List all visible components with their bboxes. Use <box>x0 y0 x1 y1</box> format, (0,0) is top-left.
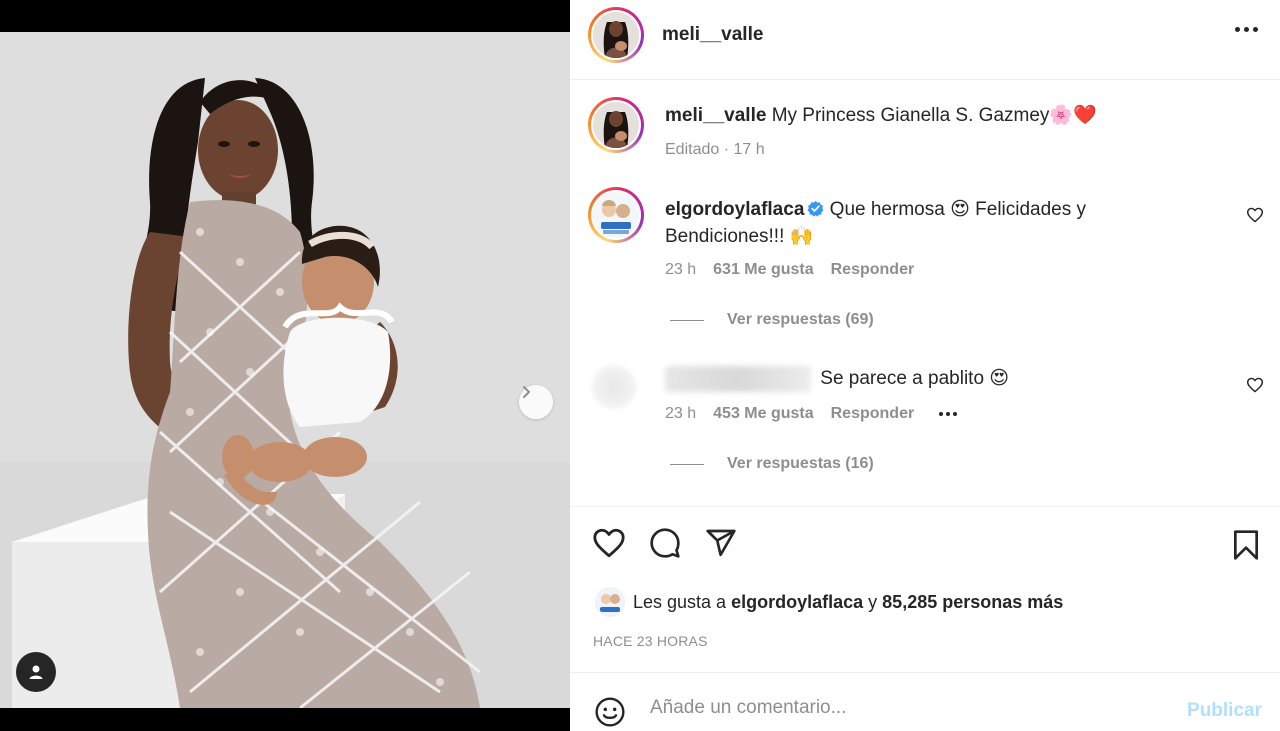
like-comment-button[interactable] <box>1246 377 1264 398</box>
ellipsis-icon <box>1235 27 1240 32</box>
heart-outline-icon <box>1247 377 1263 393</box>
comment-options-button[interactable] <box>939 405 958 423</box>
comment-username[interactable]: elgordoylaflaca <box>665 199 804 220</box>
comment-bubble-icon <box>650 528 680 558</box>
paper-plane-icon <box>706 529 736 557</box>
caption-meta: Editado · 17 h <box>665 141 765 158</box>
liker-avatar[interactable] <box>595 587 625 617</box>
caption-username[interactable]: meli__valle <box>665 105 766 126</box>
post-timestamp[interactable]: HACE 23 HORAS <box>593 633 708 649</box>
likes-joiner: y <box>868 591 878 612</box>
author-avatar[interactable] <box>588 7 644 63</box>
post-photo[interactable] <box>0 32 570 708</box>
comment-text-block: Se parece a pablito 😍 <box>665 365 1135 392</box>
post-header: meli__valle <box>570 0 1280 80</box>
liker-avatar-image <box>595 587 625 617</box>
comment-likes[interactable]: 631 Me gusta <box>713 261 813 279</box>
replies-divider <box>670 463 704 465</box>
reply-button[interactable]: Responder <box>831 405 915 423</box>
replies-divider <box>670 319 704 321</box>
likes-user[interactable]: elgordoylaflaca <box>731 592 863 613</box>
person-icon <box>29 665 43 679</box>
smiley-icon <box>595 697 625 727</box>
view-replies-button[interactable]: Ver respuestas (16) <box>670 455 874 473</box>
share-button[interactable] <box>704 527 738 564</box>
emoji-button[interactable] <box>594 696 626 731</box>
likes-summary: Les gusta a elgordoylaflaca y 85,285 per… <box>595 587 1063 617</box>
chevron-right-icon <box>523 386 530 398</box>
heart-outline-icon <box>593 528 625 558</box>
likes-prefix: Les gusta a <box>633 591 727 612</box>
comments-area[interactable]: meli__valle My Princess Gianella S. Gazm… <box>570 81 1280 506</box>
post-media <box>0 0 570 731</box>
caption-author-avatar[interactable] <box>588 97 644 153</box>
publish-button[interactable]: Publicar <box>1187 700 1262 722</box>
tagged-users-button[interactable] <box>16 652 56 692</box>
caption-text-block: meli__valle My Princess Gianella S. Gazm… <box>665 102 1135 129</box>
action-icons <box>592 527 738 564</box>
comment-meta: 23 h 453 Me gusta Responder <box>665 405 958 423</box>
like-comment-button[interactable] <box>1246 207 1264 228</box>
heart-outline-icon <box>1247 207 1263 223</box>
instagram-post-viewer: meli__valle meli__valle My Princess Gian… <box>0 0 1280 731</box>
commenter-avatar[interactable] <box>588 187 644 243</box>
bookmark-icon <box>1234 530 1258 560</box>
commenter-avatar-blurred[interactable] <box>592 365 636 409</box>
comment-input[interactable] <box>650 693 1150 723</box>
view-replies-label: Ver respuestas (69) <box>727 311 874 328</box>
photo-illustration <box>0 32 570 708</box>
save-button[interactable] <box>1232 529 1260 566</box>
post-actions: Les gusta a elgordoylaflaca y 85,285 per… <box>570 506 1280 672</box>
like-button[interactable] <box>592 527 626 564</box>
comment-username-blurred[interactable] <box>665 365 811 392</box>
author-username[interactable]: meli__valle <box>662 24 763 46</box>
add-comment-bar: Publicar <box>570 672 1280 731</box>
view-replies-button[interactable]: Ver respuestas (69) <box>670 311 874 329</box>
comment-time: 23 h <box>665 261 697 278</box>
ellipsis-icon <box>939 412 944 416</box>
caption-avatar-image <box>593 102 639 148</box>
comment-meta: 23 h 631 Me gusta Responder <box>665 261 914 279</box>
comment-time: 23 h <box>665 405 697 422</box>
comment-button[interactable] <box>648 527 682 564</box>
view-replies-label: Ver respuestas (16) <box>727 455 874 472</box>
likes-others[interactable]: 85,285 personas más <box>882 592 1063 613</box>
commenter-avatar-image <box>593 192 639 238</box>
author-avatar-image <box>593 12 639 58</box>
comment-text: Se parece a pablito 😍 <box>820 368 1010 389</box>
comment-likes[interactable]: 453 Me gusta <box>713 405 813 423</box>
verified-badge-icon <box>807 200 824 217</box>
reply-button[interactable]: Responder <box>831 261 915 279</box>
caption-text: My Princess Gianella S. Gazmey🌸❤️ <box>771 105 1097 126</box>
next-photo-button[interactable] <box>519 385 553 419</box>
more-options-button[interactable] <box>1235 27 1258 32</box>
comment-text-block: elgordoylaflaca Que hermosa 😍 Felicidade… <box>665 196 1135 250</box>
post-sidebar: meli__valle meli__valle My Princess Gian… <box>570 0 1280 731</box>
